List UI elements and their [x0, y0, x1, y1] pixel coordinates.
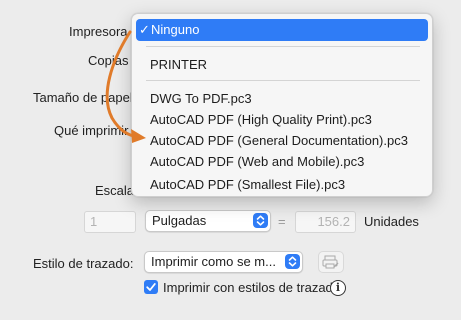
info-icon[interactable]: i — [330, 280, 346, 296]
units-label: Unidades — [364, 214, 419, 229]
printer-dropdown-menu: ✓ Ninguno PRINTER DWG To PDF.pc3 AutoCAD… — [131, 13, 433, 197]
plot-styles-checkbox-label: Imprimir con estilos de trazado — [163, 280, 341, 295]
scale-value-right-field[interactable]: 156.2 — [295, 211, 356, 233]
plot-style-label: Estilo de trazado: — [33, 256, 134, 271]
copies-label: Copias — [88, 53, 129, 68]
menu-separator — [146, 80, 420, 81]
plot-style-select[interactable]: Imprimir como se m... — [144, 251, 303, 273]
paper-size-label: Tamaño de papel — [33, 90, 133, 105]
plot-styles-checkbox[interactable] — [144, 280, 158, 294]
what-to-print-label: Qué imprimir — [54, 123, 129, 138]
printer-label: Impresora — [69, 24, 128, 39]
menu-item-ninguno[interactable]: ✓ Ninguno — [136, 19, 428, 41]
equals-sign: = — [278, 214, 286, 229]
scale-label: Escala — [95, 183, 135, 198]
scale-units-select-label: Pulgadas — [152, 213, 207, 228]
menu-item-autocad-pdf-general-documentation[interactable]: AutoCAD PDF (General Documentation).pc3 — [150, 133, 408, 148]
chevron-updown-icon — [285, 254, 300, 269]
menu-item-autocad-pdf-smallest-file[interactable]: AutoCAD PDF (Smallest File).pc3 — [150, 177, 345, 192]
chevron-updown-icon — [253, 213, 268, 228]
checkmark-icon — [146, 283, 156, 291]
scale-units-select[interactable]: Pulgadas — [145, 210, 271, 232]
plot-style-select-label: Imprimir como se m... — [151, 254, 276, 269]
printer-edit-icon — [322, 255, 339, 269]
scale-value-left-field[interactable]: 1 — [84, 211, 136, 233]
plot-style-edit-button[interactable] — [318, 251, 344, 273]
menu-item-printer[interactable]: PRINTER — [150, 57, 207, 72]
menu-item-label: Ninguno — [151, 22, 200, 37]
menu-item-dwg-to-pdf[interactable]: DWG To PDF.pc3 — [150, 91, 252, 106]
menu-item-autocad-pdf-web-mobile[interactable]: AutoCAD PDF (Web and Mobile).pc3 — [150, 154, 364, 169]
checkmark-icon: ✓ — [139, 22, 150, 37]
menu-item-autocad-pdf-high-quality[interactable]: AutoCAD PDF (High Quality Print).pc3 — [150, 112, 372, 127]
menu-separator — [146, 46, 420, 47]
